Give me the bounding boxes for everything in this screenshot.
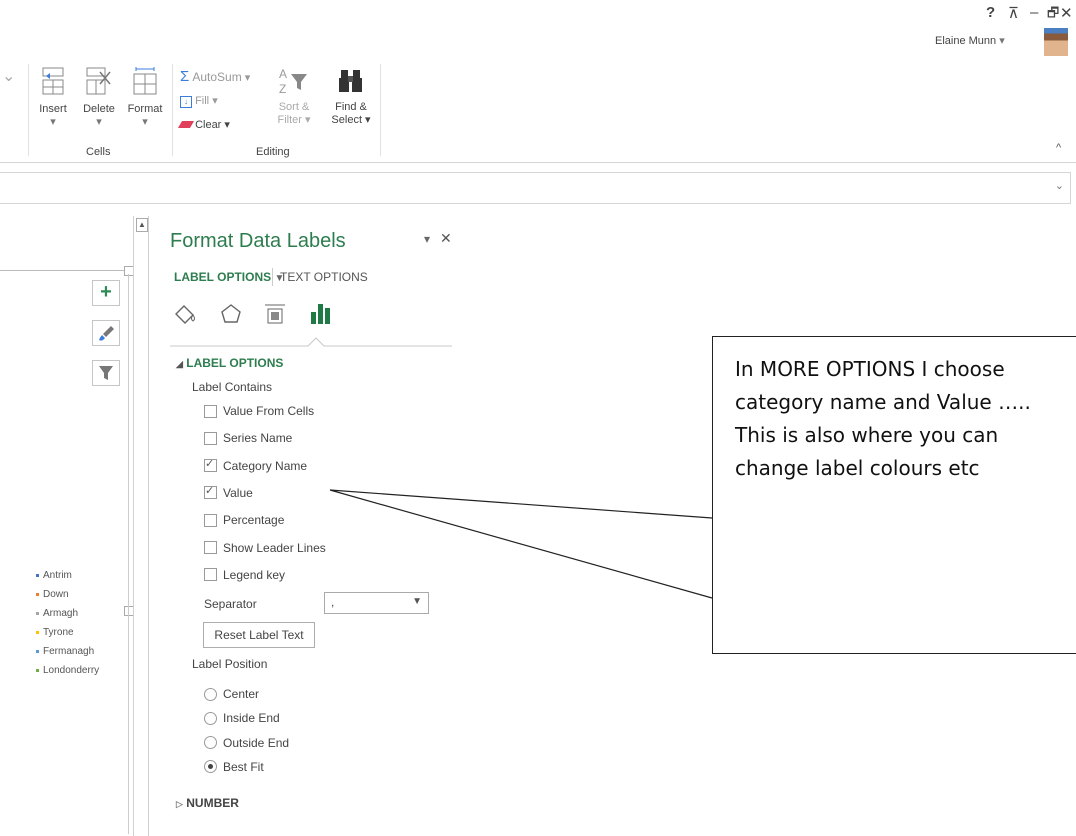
callout-box: In MORE OPTIONS I choose category name a… <box>712 336 1076 654</box>
callout-text: In MORE OPTIONS I choose category name a… <box>735 357 1031 480</box>
